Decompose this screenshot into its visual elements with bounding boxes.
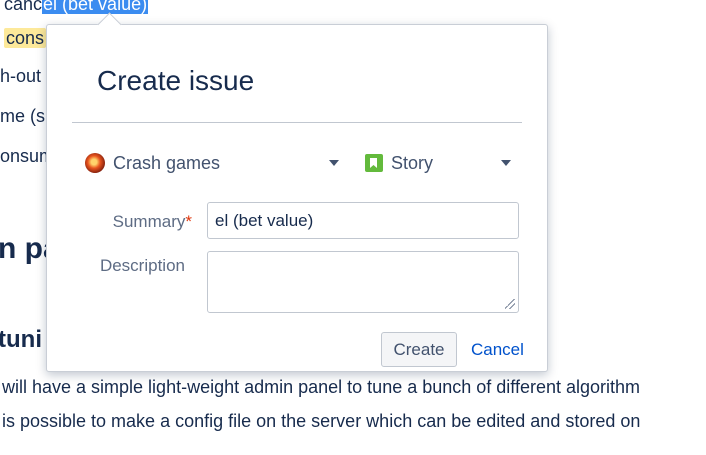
document-line: me (s (0, 106, 45, 126)
cancel-link[interactable]: Cancel (471, 340, 524, 360)
selected-text: el (bet value) (42, 0, 149, 14)
summary-input[interactable] (207, 202, 519, 239)
issue-type-label: Story (391, 152, 434, 173)
document-line: h-out (0, 66, 42, 86)
resize-handle-icon[interactable] (505, 299, 515, 309)
description-input[interactable] (207, 251, 519, 313)
document-text: canc (4, 0, 43, 14)
summary-label: Summary* (52, 212, 192, 232)
document-line: cons (4, 28, 47, 49)
project-avatar-icon (85, 153, 105, 173)
document-paragraph: will have a simple light-weight admin pa… (2, 377, 641, 397)
create-issue-dialog: Create issue Crash games Story Summary* … (46, 12, 548, 372)
required-mark: * (185, 212, 192, 231)
dialog-title: Create issue (97, 65, 255, 96)
document-paragraph: is possible to make a config file on the… (2, 411, 641, 431)
document-line: cancel (bet value) (4, 0, 149, 15)
chevron-down-icon (329, 160, 339, 166)
create-button[interactable]: Create (381, 332, 457, 367)
document-subheading: tuni (0, 326, 42, 353)
project-picker-label: Crash games (113, 152, 221, 173)
story-icon (365, 154, 383, 172)
chevron-down-icon (501, 160, 511, 166)
issue-type-picker[interactable]: Story (365, 149, 511, 177)
dialog-divider (72, 122, 522, 123)
highlighted-text: cons (4, 28, 47, 48)
description-label: Description (99, 256, 185, 275)
summary-label-text: Summary (112, 212, 186, 231)
project-picker[interactable]: Crash games (85, 149, 339, 177)
